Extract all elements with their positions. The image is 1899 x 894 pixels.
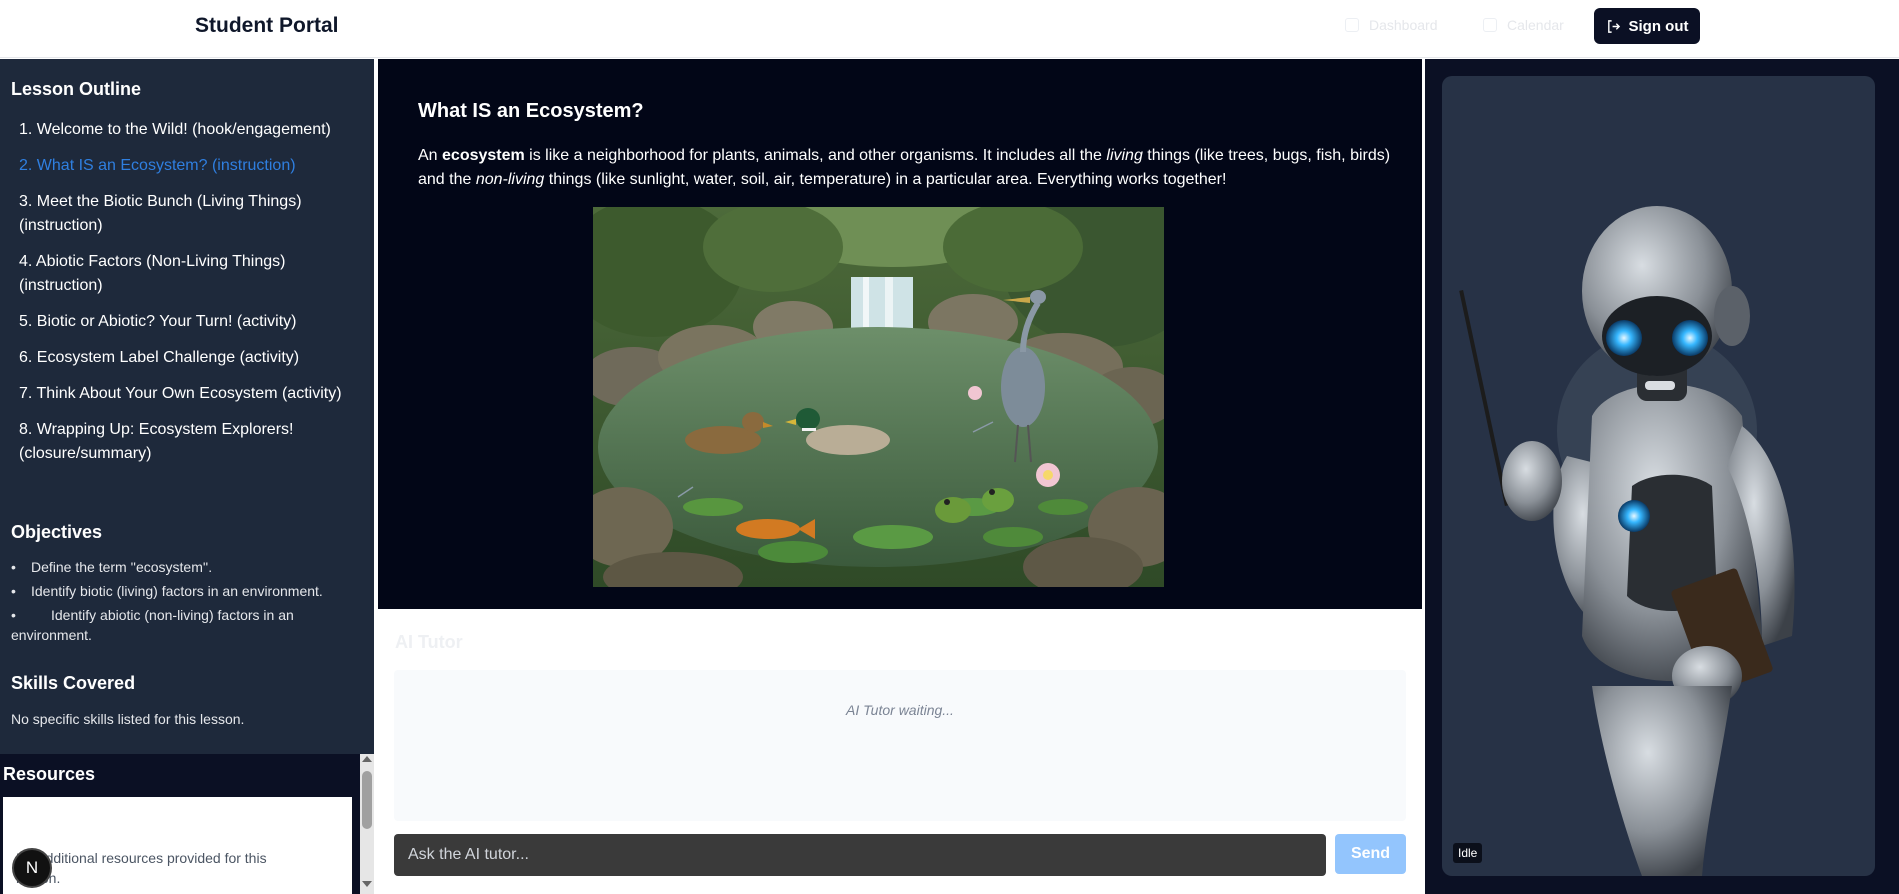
- nav-dashboard-label: Dashboard: [1369, 17, 1438, 33]
- resources-box: No additional resources provided for thi…: [3, 797, 352, 894]
- sign-out-label: Sign out: [1628, 17, 1689, 35]
- calendar-icon: [1483, 18, 1497, 32]
- outline-item-4[interactable]: 4. Abiotic Factors (Non-Living Things) (…: [19, 250, 359, 298]
- resources-heading: Resources: [3, 764, 96, 784]
- resources-panel: Resources No additional resources provid…: [0, 754, 374, 894]
- objectives-list: Define the term ''ecosystem''. Identify …: [0, 557, 356, 649]
- app-title: Student Portal: [195, 14, 339, 37]
- lesson-outline-list: 1. Welcome to the Wild! (hook/engagement…: [19, 118, 359, 478]
- robot-status-badge: Idle: [1453, 843, 1483, 863]
- n-logo-badge[interactable]: N: [12, 848, 52, 888]
- objective-item: Define the term ''ecosystem''.: [11, 557, 356, 577]
- outline-item-7[interactable]: 7. Think About Your Own Ecosystem (activ…: [19, 382, 359, 406]
- outline-item-6[interactable]: 6. Ecosystem Label Challenge (activity): [19, 346, 359, 370]
- objectives-heading: Objectives: [11, 522, 103, 542]
- ai-tutor-panel: AI Tutor AI Tutor waiting... Send: [378, 612, 1422, 894]
- robot-panel-wrapper: Idle: [1425, 59, 1899, 894]
- send-button[interactable]: Send: [1335, 834, 1406, 874]
- outline-item-3[interactable]: 3. Meet the Biotic Bunch (Living Things)…: [19, 190, 359, 238]
- scroll-down-arrow-icon[interactable]: [362, 881, 372, 887]
- skills-text: No specific skills listed for this lesso…: [11, 711, 245, 727]
- scroll-up-arrow-icon[interactable]: [362, 756, 372, 762]
- robot-avatar-panel: Idle: [1442, 76, 1875, 876]
- tutor-input[interactable]: [394, 834, 1326, 876]
- lesson-title: What IS an Ecosystem?: [418, 100, 644, 122]
- outline-item-2[interactable]: 2. What IS an Ecosystem? (instruction): [19, 154, 359, 178]
- scroll-thumb[interactable]: [362, 771, 372, 829]
- outline-heading: Lesson Outline: [11, 79, 142, 99]
- nav-calendar-label: Calendar: [1507, 17, 1564, 33]
- lesson-paragraph: An ecosystem is like a neighborhood for …: [418, 144, 1408, 192]
- robot-teacher-illustration: [1459, 206, 1795, 876]
- objective-item: Identify biotic (living) factors in an e…: [11, 581, 356, 601]
- para-italic-term: living: [1106, 147, 1143, 164]
- para-italic-term: non-living: [475, 171, 545, 188]
- tutor-waiting-text: AI Tutor waiting...: [846, 702, 954, 718]
- sign-out-button[interactable]: Sign out: [1594, 8, 1700, 44]
- resources-scrollbar[interactable]: [360, 754, 374, 894]
- tutor-chat-area: AI Tutor waiting...: [394, 670, 1406, 821]
- logout-icon: [1607, 19, 1620, 33]
- objective-item: Identify abiotic (non-living) factors in…: [0, 605, 356, 645]
- ai-tutor-heading: AI Tutor: [395, 632, 463, 652]
- para-bold-term: ecosystem: [442, 147, 525, 164]
- nav-dashboard[interactable]: Dashboard: [1345, 17, 1438, 33]
- home-icon: [1345, 18, 1359, 32]
- top-header: Student Portal Dashboard Calendar Sign o…: [0, 0, 1899, 58]
- outline-item-1[interactable]: 1. Welcome to the Wild! (hook/engagement…: [19, 118, 359, 142]
- para-text: is like a neighborhood for plants, anima…: [524, 147, 1107, 164]
- lesson-content: What IS an Ecosystem? An ecosystem is li…: [378, 59, 1422, 609]
- para-text: things (like sunlight, water, soil, air,…: [544, 171, 1227, 188]
- skills-heading: Skills Covered: [11, 673, 136, 693]
- outline-item-8[interactable]: 8. Wrapping Up: Ecosystem Explorers! (cl…: [19, 418, 359, 466]
- ecosystem-pond-image: [593, 207, 1164, 587]
- resources-text: No additional resources provided for thi…: [16, 850, 267, 886]
- outline-item-5[interactable]: 5. Biotic or Abiotic? Your Turn! (activi…: [19, 310, 359, 334]
- objective-text: Identify abiotic (non-living) factors in…: [11, 607, 294, 643]
- nav-calendar[interactable]: Calendar: [1483, 17, 1564, 33]
- para-text: An: [418, 147, 443, 164]
